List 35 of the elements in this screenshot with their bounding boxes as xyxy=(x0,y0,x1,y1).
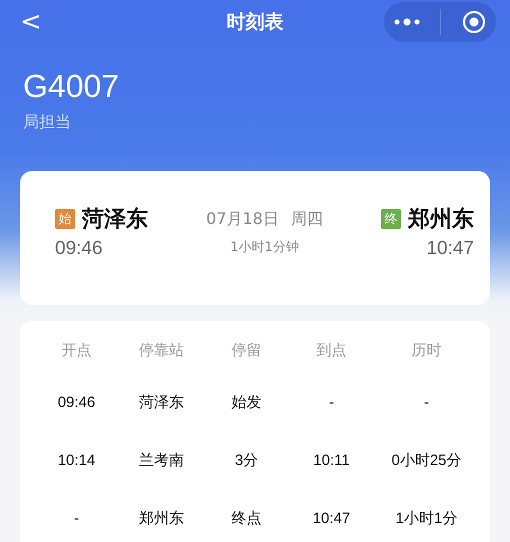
table-cell-text: - xyxy=(328,394,335,410)
column-header: 历时 xyxy=(410,340,442,360)
arrival-time: 10:47 xyxy=(426,238,474,260)
column-header: 停留 xyxy=(230,340,262,360)
table-cell-text: - xyxy=(73,510,80,526)
operator-label: 局担当 xyxy=(23,112,72,133)
close-icon[interactable] xyxy=(462,10,486,34)
table-cell-text: 10:14 xyxy=(56,452,96,468)
more-icon[interactable] xyxy=(394,18,420,26)
table-cell-text: 始发 xyxy=(230,392,262,412)
table-cell-text: 兰考南 xyxy=(138,450,185,470)
departure-time: 09:46 xyxy=(55,238,103,260)
column-header: 到点 xyxy=(316,340,348,360)
terminal-badge: 终 xyxy=(381,209,401,229)
column-header: 开点 xyxy=(60,340,92,360)
travel-duration: 1小时1分钟 xyxy=(230,238,299,256)
weekday: 周四 xyxy=(290,208,323,230)
table-cell-text: - xyxy=(423,394,430,410)
train-number: G4007 xyxy=(23,67,120,106)
back-button[interactable]: < xyxy=(20,9,42,35)
travel-date: 07月18日 xyxy=(206,208,279,230)
table-cell-text: 1小时1分 xyxy=(394,508,458,528)
station-name: 菏泽东 xyxy=(82,206,148,234)
station-name: 郑州东 xyxy=(408,206,474,234)
table-cell-text: 10:47 xyxy=(312,510,352,526)
table-cell-text: 终点 xyxy=(230,508,262,528)
table-cell-text: 3分 xyxy=(234,450,260,470)
table-cell-text: 郑州东 xyxy=(138,508,185,528)
page-title: 时刻表 xyxy=(226,10,284,35)
column-header: 停靠站 xyxy=(138,340,185,360)
origin-badge: 始 xyxy=(55,209,75,229)
table-cell-text: 09:46 xyxy=(56,394,96,410)
table-cell-text: 0小时25分 xyxy=(390,450,463,470)
table-cell-text: 菏泽东 xyxy=(138,392,185,412)
table-cell-text: 10:11 xyxy=(312,452,351,468)
